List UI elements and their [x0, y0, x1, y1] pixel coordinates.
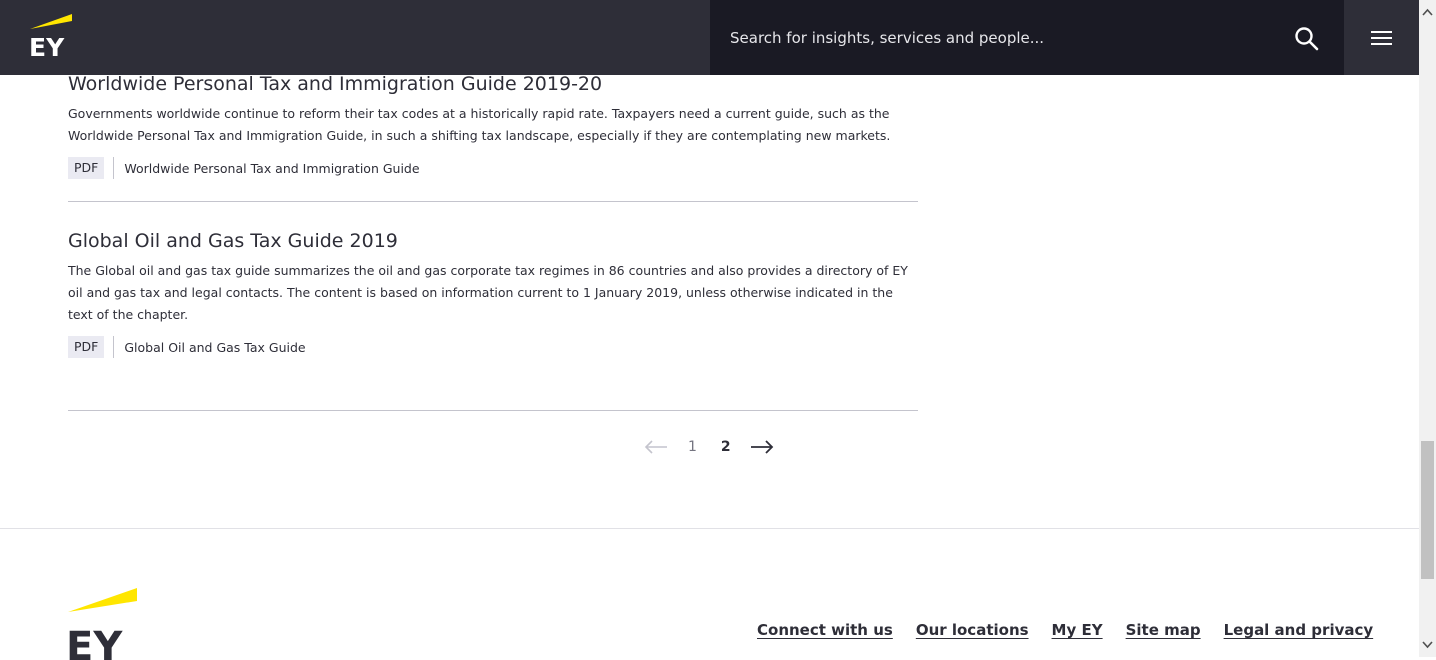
scroll-up-icon[interactable] — [1419, 4, 1436, 21]
article-description: The Global oil and gas tax guide summari… — [68, 263, 908, 322]
ey-logo[interactable]: EY — [28, 12, 74, 60]
svg-text:EY: EY — [66, 624, 123, 660]
menu-button[interactable] — [1344, 0, 1419, 75]
ey-footer-logo[interactable]: EY — [66, 586, 140, 660]
hamburger-icon — [1371, 31, 1392, 33]
scroll-thumb[interactable] — [1421, 441, 1434, 579]
pdf-badge: PDF — [68, 336, 105, 358]
article-description: Governments worldwide continue to reform… — [68, 106, 891, 143]
article-item: Global Oil and Gas Tax Guide 2019 The Gl… — [68, 229, 918, 411]
search-bar — [710, 0, 1344, 75]
article-list: Worldwide Personal Tax and Immigration G… — [68, 72, 918, 411]
divider — [113, 336, 115, 358]
document-row: PDF Worldwide Personal Tax and Immigrati… — [68, 157, 918, 179]
divider — [113, 157, 115, 179]
article-title[interactable]: Worldwide Personal Tax and Immigration G… — [68, 72, 918, 96]
footer-links: Connect with us Our locations My EY Site… — [757, 621, 1396, 639]
pagination: 1 2 — [644, 436, 774, 458]
document-link[interactable]: Global Oil and Gas Tax Guide — [124, 340, 305, 355]
search-icon[interactable] — [1294, 26, 1320, 52]
prev-page-arrow-icon[interactable] — [644, 440, 668, 454]
document-row: PDF Global Oil and Gas Tax Guide — [68, 336, 918, 358]
scroll-down-icon[interactable] — [1419, 636, 1436, 653]
footer-link-site-map[interactable]: Site map — [1126, 621, 1201, 639]
next-page-arrow-icon[interactable] — [750, 440, 774, 454]
search-input[interactable] — [710, 0, 1280, 75]
pdf-badge: PDF — [68, 157, 105, 179]
footer-link-locations[interactable]: Our locations — [916, 621, 1029, 639]
document-link[interactable]: Worldwide Personal Tax and Immigration G… — [124, 161, 419, 176]
footer-link-my-ey[interactable]: My EY — [1052, 621, 1103, 639]
footer-divider — [0, 528, 1419, 529]
svg-text:EY: EY — [29, 33, 65, 60]
footer-link-legal-privacy[interactable]: Legal and privacy — [1224, 621, 1374, 639]
article-title[interactable]: Global Oil and Gas Tax Guide 2019 — [68, 229, 918, 253]
article-item: Worldwide Personal Tax and Immigration G… — [68, 72, 918, 202]
page-link-2-current[interactable]: 2 — [721, 439, 731, 455]
scrollbar[interactable] — [1419, 0, 1436, 657]
page-link-1[interactable]: 1 — [688, 439, 697, 455]
footer-link-connect[interactable]: Connect with us — [757, 621, 893, 639]
